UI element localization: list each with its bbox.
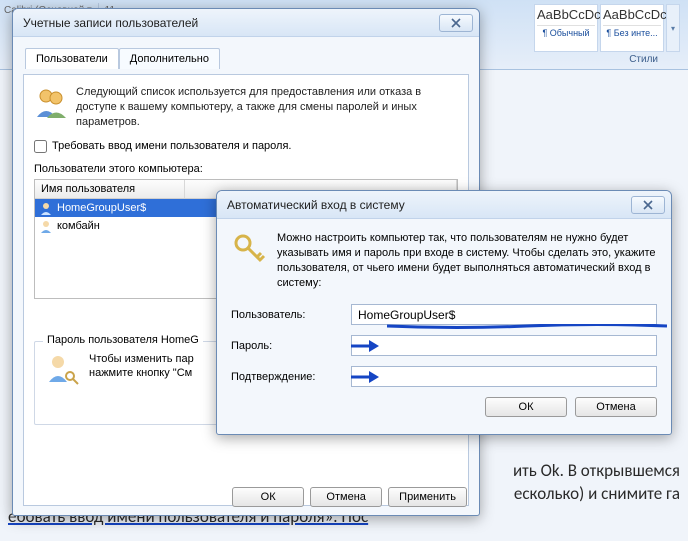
- ribbon-group-label: Стили: [629, 54, 658, 65]
- style-preview: AaBbCcDc: [603, 7, 661, 22]
- group-title: Пароль пользователя HomeG: [43, 334, 203, 346]
- confirm-input[interactable]: [351, 366, 657, 387]
- dialog-buttons: ОК Отмена: [231, 397, 657, 417]
- close-button[interactable]: [631, 196, 665, 214]
- password-label: Пароль:: [231, 340, 351, 352]
- confirm-label: Подтверждение:: [231, 371, 351, 383]
- auto-logon-dialog: Автоматический вход в систему Можно наст…: [216, 190, 672, 435]
- require-login-checkbox[interactable]: [34, 140, 47, 153]
- require-login-label[interactable]: Требовать ввод имени пользователя и паро…: [52, 140, 291, 152]
- tabs: Пользователи Дополнительно: [25, 47, 469, 68]
- annotation-arrow-icon: [349, 339, 383, 353]
- annotation-underline: [387, 324, 667, 329]
- ok-button[interactable]: ОК: [485, 397, 567, 417]
- window-title: Автоматический вход в систему: [227, 198, 631, 212]
- user-icon: [39, 201, 53, 215]
- annotation-arrow-icon: [349, 370, 383, 384]
- col-username[interactable]: Имя пользователя: [35, 180, 185, 198]
- tab-users[interactable]: Пользователи: [25, 48, 119, 69]
- intro-text: Следующий список используется для предос…: [76, 85, 458, 130]
- titlebar[interactable]: Автоматический вход в систему: [217, 191, 671, 219]
- cancel-button[interactable]: Отмена: [310, 487, 382, 507]
- style-preview: AaBbCcDc: [537, 7, 595, 22]
- titlebar[interactable]: Учетные записи пользователей: [13, 9, 479, 37]
- group-text: Чтобы изменить пар нажмите кнопку "См: [89, 352, 194, 382]
- keys-icon: [231, 231, 267, 267]
- user-label: Пользователь:: [231, 309, 351, 321]
- apply-button[interactable]: Применить: [388, 487, 467, 507]
- username-cell: комбайн: [57, 220, 100, 232]
- users-icon: [34, 85, 68, 119]
- dialog-text: Можно настроить компьютер так, что польз…: [277, 231, 657, 290]
- style-label: ¶ Без инте...: [603, 25, 661, 38]
- style-label: ¶ Обычный: [537, 25, 595, 38]
- password-input[interactable]: [351, 335, 657, 356]
- style-normal[interactable]: AaBbCcDc ¶ Обычный: [534, 4, 598, 52]
- user-input[interactable]: [351, 304, 657, 325]
- dialog-buttons: ОК Отмена Применить: [232, 487, 467, 507]
- styles-more-icon[interactable]: ▾: [666, 4, 680, 52]
- window-title: Учетные записи пользователей: [23, 16, 439, 30]
- user-list-label: Пользователи этого компьютера:: [34, 163, 458, 175]
- close-icon: [643, 200, 653, 210]
- username-cell: HomeGroupUser$: [57, 202, 146, 214]
- user-icon: [39, 219, 53, 233]
- close-button[interactable]: [439, 14, 473, 32]
- cancel-button[interactable]: Отмена: [575, 397, 657, 417]
- close-icon: [451, 18, 461, 28]
- user-key-icon: [45, 352, 79, 386]
- ok-button[interactable]: ОК: [232, 487, 304, 507]
- styles-gallery[interactable]: AaBbCcDc ¶ Обычный AaBbCcDc ¶ Без инте..…: [534, 4, 680, 52]
- tab-advanced[interactable]: Дополнительно: [119, 48, 220, 69]
- style-no-spacing[interactable]: AaBbCcDc ¶ Без инте...: [600, 4, 664, 52]
